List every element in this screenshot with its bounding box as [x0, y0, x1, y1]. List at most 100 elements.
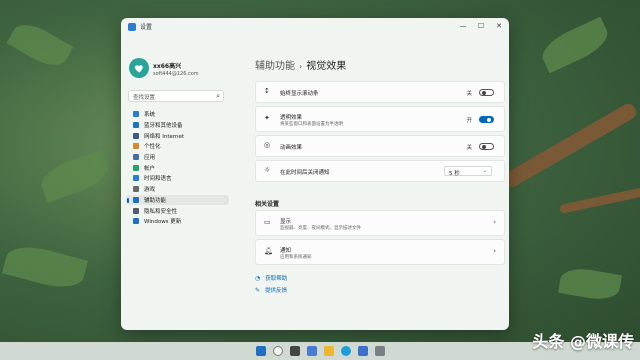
widgets-icon[interactable] — [307, 346, 317, 356]
setting-title: 始终显示滚动条 — [280, 91, 319, 97]
update-icon — [133, 218, 139, 225]
setting-title: 透明效果 — [280, 115, 303, 121]
transparency-toggle[interactable] — [479, 116, 494, 123]
breadcrumb-parent[interactable]: 辅助功能 — [255, 61, 295, 72]
toggle-state-label: 开 — [466, 118, 472, 124]
sidebar-item-label: 帐户 — [144, 165, 156, 172]
toggle-state-label: 关 — [466, 145, 472, 151]
sidebar-item[interactable]: 蓝牙和其他设备 — [126, 120, 229, 131]
notification-timeout-select[interactable]: 5 秒 ⌄ — [444, 166, 492, 177]
minimize-button[interactable]: — — [455, 21, 471, 32]
start-button[interactable] — [256, 346, 266, 356]
related-item-subtitle: 应用和系统通知 — [280, 255, 312, 260]
toggle-knob — [482, 91, 486, 95]
settings-window: 设置 — ☐ ✕ xx66高兴 soft444@126.com 查找设置 ⌕ 系… — [121, 18, 509, 330]
chevron-right-icon: › — [493, 218, 496, 226]
setting-notification-timeout: ☼ 在此时间后关闭通知 5 秒 ⌄ — [255, 160, 505, 182]
sidebar-item[interactable]: 系统 — [126, 109, 229, 120]
sidebar: xx66高兴 soft444@126.com 查找设置 ⌕ 系统蓝牙和其他设备网… — [121, 36, 229, 330]
related-item-display[interactable]: ▭ 显示 监视器、亮度、夜间模式、显示描述文件 › — [255, 210, 505, 236]
sidebar-item[interactable]: 游戏 — [126, 184, 229, 195]
bell-icon: 🔔︎ — [264, 247, 273, 255]
heart-icon — [134, 64, 143, 73]
main-content: 辅助功能 › 视觉效果 ↕ 始终显示滚动条 关 ✦ 透明效果 将某些窗口和表面设置为… — [229, 36, 509, 330]
setting-title: 动画效果 — [280, 145, 303, 151]
transparency-icon: ✦ — [264, 114, 270, 122]
setting-title: 在此时间后关闭通知 — [280, 170, 330, 176]
avatar[interactable] — [129, 58, 149, 78]
accessibility-icon — [133, 196, 139, 203]
monitor-icon — [133, 111, 139, 118]
close-button[interactable]: ✕ — [491, 21, 507, 32]
search-placeholder: 查找设置 — [133, 95, 156, 101]
select-value: 5 秒 — [449, 171, 460, 177]
setting-subtitle: 将某些窗口和表面设置为半透明 — [280, 122, 343, 127]
store-icon[interactable] — [358, 346, 368, 356]
sidebar-item-label: 游戏 — [144, 187, 156, 194]
monitor-icon: ▭ — [264, 218, 271, 226]
title-bar[interactable]: 设置 — ☐ ✕ — [121, 18, 509, 36]
sidebar-item-label: 辅助功能 — [144, 197, 167, 204]
taskbar-search-icon[interactable] — [273, 346, 283, 356]
scroll-arrows-icon: ↕ — [264, 87, 270, 95]
task-view-icon[interactable] — [290, 346, 300, 356]
give-feedback-link[interactable]: ✎ 提供反馈 — [255, 286, 288, 295]
settings-app-icon — [128, 23, 136, 31]
page-title: 视觉效果 — [306, 61, 347, 72]
sidebar-item[interactable]: 个性化 — [126, 141, 229, 152]
settings-taskbar-icon[interactable] — [375, 346, 385, 356]
sidebar-item[interactable]: 辅助功能 — [126, 194, 229, 206]
edge-browser-icon[interactable] — [341, 346, 351, 356]
sidebar-item[interactable]: Windows 更新 — [126, 216, 229, 227]
sidebar-item[interactable]: 帐户 — [126, 162, 229, 173]
setting-transparency-effects: ✦ 透明效果 将某些窗口和表面设置为半透明 开 — [255, 106, 505, 132]
sidebar-item-label: 隐私和安全性 — [144, 208, 178, 215]
watermark: 头条 @微课传 — [532, 332, 634, 351]
network-icon — [133, 132, 139, 139]
gamepad-icon — [133, 186, 139, 193]
get-help-link[interactable]: ◔ 获取帮助 — [255, 274, 288, 283]
setting-animation-effects: ◎ 动画效果 关 — [255, 135, 505, 157]
brush-icon — [133, 143, 139, 150]
related-item-notifications[interactable]: 🔔︎ 通知 应用和系统通知 › — [255, 239, 505, 265]
related-item-subtitle: 监视器、亮度、夜间模式、显示描述文件 — [280, 226, 361, 231]
globe-clock-icon — [133, 175, 139, 182]
shield-icon — [133, 207, 139, 214]
animation-toggle[interactable] — [479, 143, 494, 150]
sidebar-item[interactable]: 应用 — [126, 152, 229, 163]
breadcrumb-separator: › — [299, 62, 303, 71]
scrollbars-toggle[interactable] — [479, 89, 494, 96]
sidebar-item-label: 个性化 — [144, 144, 161, 151]
sidebar-item[interactable]: 隐私和安全性 — [126, 205, 229, 216]
user-name: xx66高兴 — [153, 63, 182, 70]
link-label: 获取帮助 — [265, 276, 288, 282]
bluetooth-icon — [133, 122, 139, 129]
feedback-icon: ✎ — [255, 286, 261, 294]
related-item-title: 显示 — [280, 219, 292, 225]
toggle-state-label: 关 — [466, 91, 472, 97]
sidebar-item[interactable]: 网络和 Internet — [126, 130, 229, 141]
sidebar-item-label: 应用 — [144, 155, 156, 162]
animation-icon: ◎ — [264, 141, 271, 149]
sidebar-item-label: 网络和 Internet — [144, 133, 185, 140]
window-title: 设置 — [140, 24, 153, 31]
toggle-knob — [482, 145, 486, 149]
apps-icon — [133, 154, 139, 161]
related-item-title: 通知 — [280, 248, 292, 254]
file-explorer-icon[interactable] — [324, 346, 334, 356]
sidebar-item-label: Windows 更新 — [144, 219, 182, 226]
sidebar-item-label: 蓝牙和其他设备 — [144, 123, 183, 130]
sidebar-item[interactable]: 时间和语言 — [126, 173, 229, 184]
sun-icon: ☼ — [264, 166, 271, 174]
user-email: soft444@126.com — [153, 71, 199, 77]
setting-always-show-scrollbars: ↕ 始终显示滚动条 关 — [255, 81, 505, 103]
related-settings-heading: 相关设置 — [255, 201, 280, 208]
search-input[interactable]: 查找设置 ⌕ — [128, 90, 224, 102]
sidebar-item-label: 系统 — [144, 112, 156, 119]
account-icon — [133, 164, 139, 171]
sidebar-nav: 系统蓝牙和其他设备 网络和 Internet 个性化应用帐户 时间和语言游戏辅助功能隐… — [126, 109, 229, 227]
maximize-button[interactable]: ☐ — [473, 21, 489, 32]
link-label: 提供反馈 — [265, 288, 288, 294]
search-icon[interactable]: ⌕ — [216, 92, 220, 101]
breadcrumb: 辅助功能 › 视觉效果 — [255, 57, 346, 72]
